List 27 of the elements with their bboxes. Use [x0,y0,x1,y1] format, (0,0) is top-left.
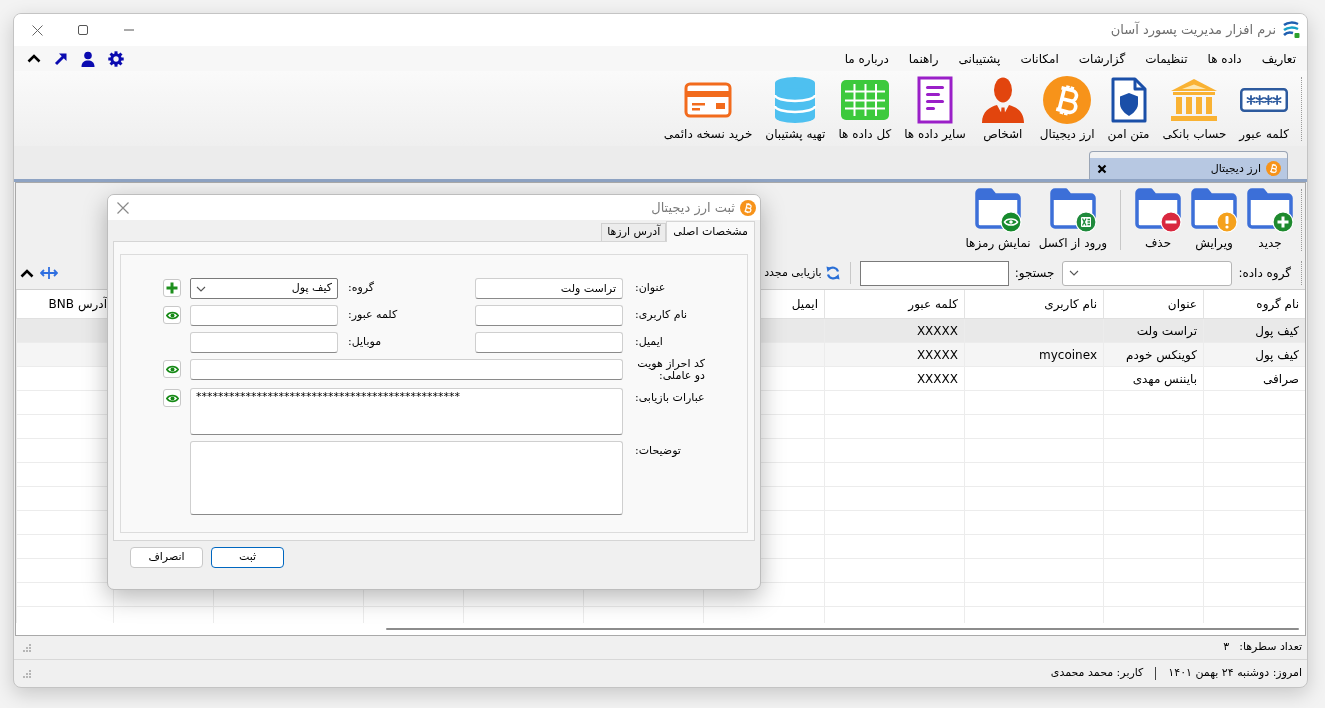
table-cell: تراست ولت [1103,319,1203,342]
window-title: نرم افزار مدیریت پسورد آسان [1110,20,1276,40]
field-label: توضیحات: [635,443,681,458]
table-cell: XXXXX [824,319,964,342]
field-label: عبارات بازیابی: [635,390,705,405]
field-label: کلمه عبور: [348,307,398,322]
field-label: نام کاربری: [635,307,688,322]
field-label: موبایل: [348,334,382,349]
field-label: عنوان: [635,280,666,295]
filter-label: گروه داده: [1238,265,1291,282]
table-cell: XXXXX [824,343,964,366]
status-user: کاربر: محمد محمدی [1050,665,1144,682]
table-cell: XXXXX [824,367,964,390]
table-cell: کیف پول [1203,319,1305,342]
search-label: جستجو: [1014,265,1055,282]
field-label: ایمیل: [635,334,663,349]
table-cell: کیف پول [1203,343,1305,366]
table-cell: mycoinex [964,343,1103,366]
status-date: امروز: دوشنبه ۲۴ بهمن ۱۴۰۱ [1168,665,1302,682]
field-label: کد احراز هویت دو عاملی: [636,358,705,382]
row-count-label: تعداد سطرها: [1239,639,1302,656]
table-cell: بایننس مهدی [1103,367,1203,390]
dialog-title: ثبت ارز دیجیتال [651,198,735,218]
field-label: گروه: [348,280,375,295]
table-cell: صرافی [1203,367,1305,390]
row-count-value: ۳ [1223,639,1230,656]
table-cell: کوینکس خودم [1103,343,1203,366]
